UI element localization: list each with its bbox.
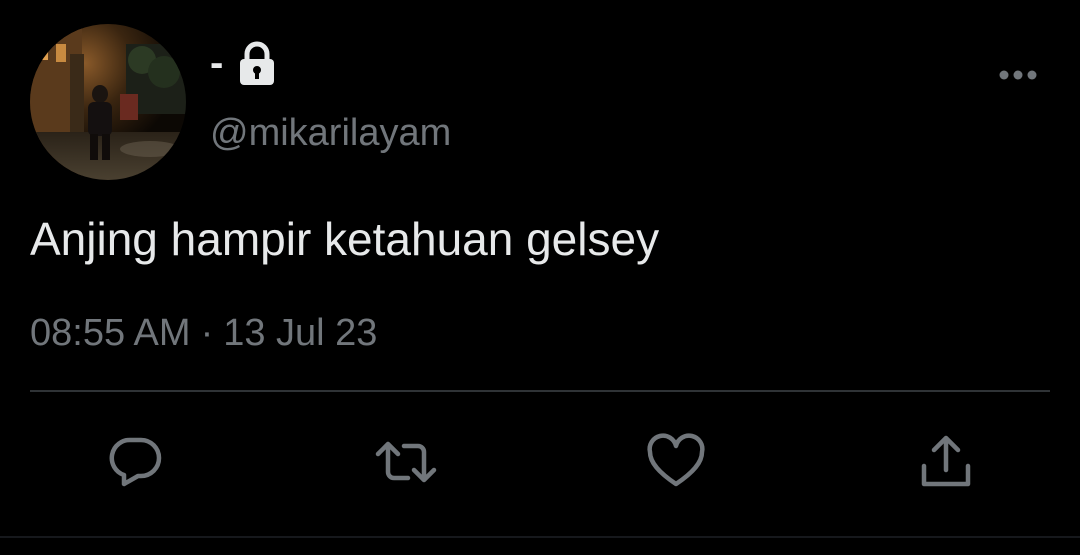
more-options-button[interactable] — [994, 58, 1042, 92]
tweet-time[interactable]: 08:55 AM — [30, 312, 191, 354]
author-handle[interactable]: @mikarilayam — [210, 108, 451, 158]
tweet-text: Anjing hampir ketahuan gelsey — [30, 213, 660, 265]
avatar[interactable] — [30, 24, 186, 180]
share-button[interactable] — [910, 426, 982, 498]
reply-button[interactable] — [100, 426, 172, 498]
author-name-row: - — [210, 40, 277, 86]
tweet-date[interactable]: 13 Jul 23 — [223, 312, 377, 354]
avatar-photo — [30, 24, 186, 180]
meta-separator: · — [200, 312, 214, 354]
tweet-card: - @mikarilayam Anjing hampir ketahuan ge… — [0, 0, 1080, 555]
like-button[interactable] — [640, 426, 712, 498]
like-icon — [647, 433, 705, 487]
tweet-timestamp: 08:55 AM · 13 Jul 23 — [30, 306, 377, 360]
divider — [30, 390, 1050, 392]
action-bar — [0, 426, 1080, 498]
bottom-divider — [0, 536, 1080, 538]
display-name[interactable]: - — [210, 40, 223, 86]
more-options-icon — [999, 70, 1037, 80]
retweet-icon — [375, 441, 437, 483]
retweet-button[interactable] — [370, 426, 442, 498]
lock-icon — [237, 40, 277, 86]
reply-icon — [109, 437, 162, 487]
share-icon — [921, 435, 971, 487]
